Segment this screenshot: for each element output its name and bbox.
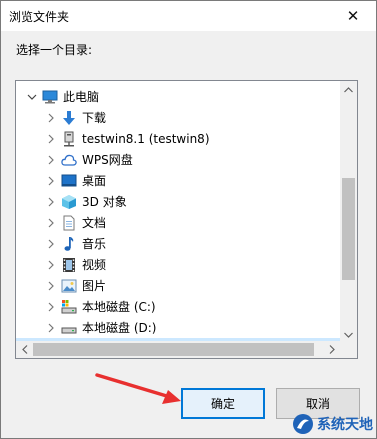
tree-item-wps-cloud[interactable]: WPS网盘 (16, 149, 340, 170)
chevron-right-icon[interactable] (45, 154, 57, 166)
close-button[interactable]: ✕ (330, 1, 376, 31)
chevron-right-icon[interactable] (45, 196, 57, 208)
document-icon (63, 215, 75, 230)
chevron-down-icon[interactable] (26, 91, 38, 103)
tree-item-label: 3D 对象 (82, 195, 127, 209)
tree-item-videos[interactable]: 视频 (16, 254, 340, 275)
cloud-icon (61, 154, 77, 166)
scroll-up-icon[interactable] (340, 81, 357, 98)
vertical-scroll-thumb[interactable] (342, 178, 355, 280)
tree-item-label: 音乐 (82, 237, 107, 251)
network-drive-icon (64, 131, 74, 146)
watermark-logo-icon (293, 414, 313, 434)
system-drive-icon (61, 299, 77, 313)
tree-item-downloads[interactable]: 下载 (16, 107, 340, 128)
desktop-icon (61, 174, 77, 186)
download-arrow-icon (63, 110, 75, 125)
horizontal-scrollbar[interactable] (16, 341, 340, 358)
tree-item-label: WPS网盘 (82, 153, 133, 167)
horizontal-scroll-thumb[interactable] (33, 343, 314, 356)
3d-cube-icon (62, 194, 76, 209)
prompt-label: 选择一个目录: (16, 43, 93, 57)
chevron-right-icon[interactable] (45, 112, 57, 124)
watermark-text: 系统天地 (317, 417, 373, 433)
scroll-left-icon[interactable] (16, 341, 33, 358)
film-icon (63, 257, 75, 272)
tree-item-label: 此电脑 (63, 90, 100, 104)
tree-item-label: 文档 (82, 216, 107, 230)
scrollbar-corner (340, 341, 357, 358)
tree-item-drive-d[interactable]: 本地磁盘 (D:) (16, 317, 340, 338)
picture-icon (61, 279, 77, 292)
tree-item-network-drive[interactable]: testwin8.1 (testwin8) (16, 128, 340, 149)
chevron-right-icon[interactable] (45, 175, 57, 187)
tree-item-label: 下载 (82, 111, 107, 125)
folder-tree[interactable]: 此电脑 下载 testwin8.1 (testwin8) WPS网盘 桌面 3D… (15, 80, 358, 359)
chevron-right-icon[interactable] (45, 280, 57, 292)
tree-item-3d-objects[interactable]: 3D 对象 (16, 191, 340, 212)
tree-item-music[interactable]: 音乐 (16, 233, 340, 254)
tree-item-label: 桌面 (82, 174, 107, 188)
dialog-title: 浏览文件夹 (9, 10, 70, 24)
tree-item-label: 视频 (82, 258, 107, 272)
tree-item-label: 本地磁盘 (D:) (82, 321, 157, 335)
chevron-right-icon[interactable] (45, 301, 57, 313)
ok-button[interactable]: 确定 (181, 388, 265, 419)
tree-item-this-pc[interactable]: 此电脑 (16, 86, 340, 107)
chevron-right-icon[interactable] (45, 259, 57, 271)
tree-item-label: 图片 (82, 279, 107, 293)
tree-item-drive-c[interactable]: 本地磁盘 (C:) (16, 296, 340, 317)
tree-item-documents[interactable]: 文档 (16, 212, 340, 233)
tree-item-pictures[interactable]: 图片 (16, 275, 340, 296)
tree-item-label: 本地磁盘 (C:) (82, 300, 156, 314)
tree-rows: 此电脑 下载 testwin8.1 (testwin8) WPS网盘 桌面 3D… (16, 81, 340, 343)
chevron-right-icon[interactable] (45, 133, 57, 145)
browse-folder-dialog: 浏览文件夹 ✕ 选择一个目录: 此电脑 下载 testwin8.1 (testw… (0, 0, 377, 439)
vertical-scrollbar[interactable] (340, 81, 357, 343)
chevron-right-icon[interactable] (45, 217, 57, 229)
watermark: 系统天地 (292, 413, 373, 435)
drive-icon (61, 327, 77, 333)
close-icon: ✕ (346, 7, 360, 25)
computer-icon (42, 90, 58, 103)
title-bar: 浏览文件夹 ✕ (1, 1, 376, 31)
scroll-right-icon[interactable] (323, 341, 340, 358)
chevron-right-icon[interactable] (45, 238, 57, 250)
chevron-right-icon[interactable] (45, 322, 57, 334)
music-note-icon (64, 236, 74, 251)
tree-item-desktop[interactable]: 桌面 (16, 170, 340, 191)
tree-item-label: testwin8.1 (testwin8) (82, 131, 210, 146)
